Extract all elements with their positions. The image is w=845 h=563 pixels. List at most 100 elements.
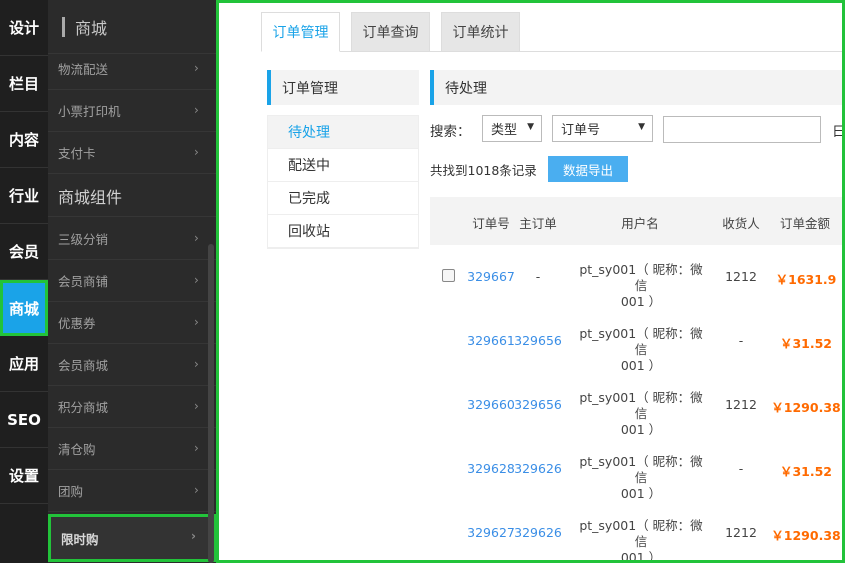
- chevron-right-icon: ›: [194, 483, 199, 497]
- order-amount: ￥1290.38: [771, 528, 841, 543]
- table-row[interactable]: 329627 329626 pt_sy001（ 昵称：微信 001 ） 1212…: [430, 501, 842, 563]
- field-select[interactable]: 订单号 ▼: [552, 115, 653, 142]
- search-label: 搜索：: [430, 124, 471, 140]
- main-order-link[interactable]: 329656: [514, 333, 562, 348]
- sub-nav-scrollbar[interactable]: [208, 244, 214, 563]
- order-status-list: 待处理 配送中 已完成 回收站: [267, 115, 419, 249]
- username-line2: 001 ）: [620, 550, 662, 563]
- username-cell: pt_sy001（ 昵称：微信 001 ）: [576, 518, 706, 563]
- app: 设计 栏目 内容 行业 会员 商城 应用 SEO 设置 商城 物流配送 › 小票…: [0, 0, 845, 563]
- order-status-panel-title: 订单管理: [267, 70, 419, 105]
- sub-nav-title-text: 商城: [75, 19, 108, 38]
- sub-nav-item-clearance[interactable]: 清仓购 ›: [48, 428, 216, 470]
- main-nav: 设计 栏目 内容 行业 会员 商城 应用 SEO 设置: [0, 0, 48, 563]
- sub-nav-item-distribution[interactable]: 三级分销 ›: [48, 218, 216, 260]
- table-header: 订单号 主订单 用户名 收货人 订单金额: [430, 197, 842, 245]
- order-no-link[interactable]: 329661: [467, 333, 515, 348]
- column-header-order-no: 订单号: [472, 216, 510, 231]
- sub-nav-item-label: 会员商城: [58, 358, 109, 373]
- table-row[interactable]: 329661 329656 pt_sy001（ 昵称：微信 001 ） - ￥3…: [430, 309, 842, 374]
- tabs-divider: [261, 51, 842, 52]
- order-no-link[interactable]: 329627: [467, 525, 515, 540]
- field-select-value: 订单号: [561, 123, 601, 138]
- nav-item-content[interactable]: 内容: [0, 112, 48, 168]
- username-cell: pt_sy001（ 昵称：微信 001 ）: [576, 454, 706, 502]
- chevron-right-icon: ›: [194, 441, 199, 455]
- username-cell: pt_sy001（ 昵称：微信 001 ）: [576, 326, 706, 374]
- order-amount: ￥31.52: [779, 336, 833, 351]
- sub-nav-item-label: 支付卡: [58, 146, 96, 161]
- chevron-right-icon: ›: [194, 103, 199, 117]
- nav-item-mall[interactable]: 商城: [0, 280, 48, 336]
- export-data-button[interactable]: 数据导出: [548, 156, 628, 182]
- chevron-right-icon: ›: [194, 399, 199, 413]
- username-line2: 001 ）: [620, 422, 662, 437]
- record-count: 共找到1018条记录: [430, 163, 537, 178]
- caret-down-icon: ▼: [638, 122, 645, 132]
- orders-table: 订单号 主订单 用户名 收货人 订单金额 329667 - pt_sy001（ …: [430, 197, 842, 563]
- sub-nav-item-payment-card[interactable]: 支付卡 ›: [48, 132, 216, 174]
- chevron-right-icon: ›: [194, 61, 199, 75]
- sub-nav-item-points-mall[interactable]: 积分商城 ›: [48, 386, 216, 428]
- tab-order-management[interactable]: 订单管理: [261, 12, 340, 52]
- order-list-panel: 待处理 搜索： 类型 ▼ 订单号 ▼ 日 共找到1018条记录 数据导出 订单号: [430, 70, 842, 560]
- sub-nav-item-member-shop[interactable]: 会员商铺 ›: [48, 260, 216, 302]
- username-cell: pt_sy001（ 昵称：微信 001 ）: [576, 390, 706, 438]
- main-order-link[interactable]: 329626: [514, 461, 562, 476]
- receiver: 1212: [725, 525, 757, 540]
- table-row[interactable]: 329628 329626 pt_sy001（ 昵称：微信 001 ） - ￥3…: [430, 437, 842, 502]
- sub-nav: 商城 物流配送 › 小票打印机 › 支付卡 › 商城组件 三级分销 › 会员商铺…: [48, 0, 216, 563]
- column-header-main-order: 主订单: [519, 216, 557, 231]
- nav-item-apps[interactable]: 应用: [0, 336, 48, 392]
- main-order-link[interactable]: 329626: [514, 525, 562, 540]
- status-item-shipping[interactable]: 配送中: [268, 149, 418, 182]
- receiver: -: [738, 461, 744, 476]
- type-select[interactable]: 类型 ▼: [482, 115, 542, 142]
- chevron-right-icon: ›: [194, 231, 199, 245]
- table-row[interactable]: 329667 - pt_sy001（ 昵称：微信 001 ） 1212 ￥163…: [430, 245, 842, 309]
- nav-item-columns[interactable]: 栏目: [0, 56, 48, 112]
- receiver: 1212: [725, 269, 757, 284]
- status-item-recycle-bin[interactable]: 回收站: [268, 215, 418, 248]
- username-line1: pt_sy001（ 昵称：微信: [579, 262, 703, 293]
- nav-item-settings[interactable]: 设置: [0, 448, 48, 504]
- username-line1: pt_sy001（ 昵称：微信: [579, 390, 703, 421]
- username-line2: 001 ）: [620, 358, 662, 373]
- order-no-link[interactable]: 329628: [467, 461, 515, 476]
- table-row[interactable]: 329660 329656 pt_sy001（ 昵称：微信 001 ） 1212…: [430, 373, 842, 438]
- sub-nav-item-label: 清仓购: [58, 442, 96, 457]
- order-no-link[interactable]: 329667: [467, 269, 515, 284]
- nav-item-seo[interactable]: SEO: [0, 392, 48, 448]
- receiver: 1212: [725, 397, 757, 412]
- username-line2: 001 ）: [620, 486, 662, 501]
- sub-nav-item-label: 物流配送: [58, 62, 109, 77]
- sub-nav-item-group-buy[interactable]: 团购 ›: [48, 470, 216, 512]
- username-line1: pt_sy001（ 昵称：微信: [579, 518, 703, 549]
- tab-order-stats[interactable]: 订单统计: [441, 12, 520, 52]
- sub-nav-item-logistics[interactable]: 物流配送 ›: [48, 48, 216, 90]
- column-header-receiver: 收货人: [722, 216, 760, 231]
- sub-nav-item-receipt-printer[interactable]: 小票打印机 ›: [48, 90, 216, 132]
- order-list-title: 待处理: [430, 70, 842, 105]
- order-amount: ￥31.52: [779, 464, 833, 479]
- sub-nav-item-coupon[interactable]: 优惠券 ›: [48, 302, 216, 344]
- order-amount: ￥1631.9: [775, 272, 837, 287]
- order-status-panel: 订单管理 待处理 配送中 已完成 回收站: [267, 70, 419, 249]
- nav-item-design[interactable]: 设计: [0, 0, 48, 56]
- search-input[interactable]: [663, 116, 821, 143]
- sub-nav-item-label: 团购: [58, 484, 84, 499]
- main-order-link[interactable]: 329656: [514, 397, 562, 412]
- nav-item-industry[interactable]: 行业: [0, 168, 48, 224]
- tab-order-query[interactable]: 订单查询: [351, 12, 430, 52]
- nav-item-member[interactable]: 会员: [0, 224, 48, 280]
- order-no-link[interactable]: 329660: [467, 397, 515, 412]
- status-item-completed[interactable]: 已完成: [268, 182, 418, 215]
- sub-nav-item-member-mall[interactable]: 会员商城 ›: [48, 344, 216, 386]
- sub-nav-item-flash-sale[interactable]: 限时购 ›: [48, 514, 216, 562]
- content-area: 订单管理 订单查询 订单统计 订单管理 待处理 配送中 已完成 回收站 待处理 …: [216, 0, 845, 563]
- row-checkbox[interactable]: [442, 269, 455, 282]
- caret-down-icon: ▼: [527, 122, 534, 132]
- status-item-pending[interactable]: 待处理: [268, 116, 418, 149]
- date-label: 日: [832, 124, 845, 140]
- username-line1: pt_sy001（ 昵称：微信: [579, 454, 703, 485]
